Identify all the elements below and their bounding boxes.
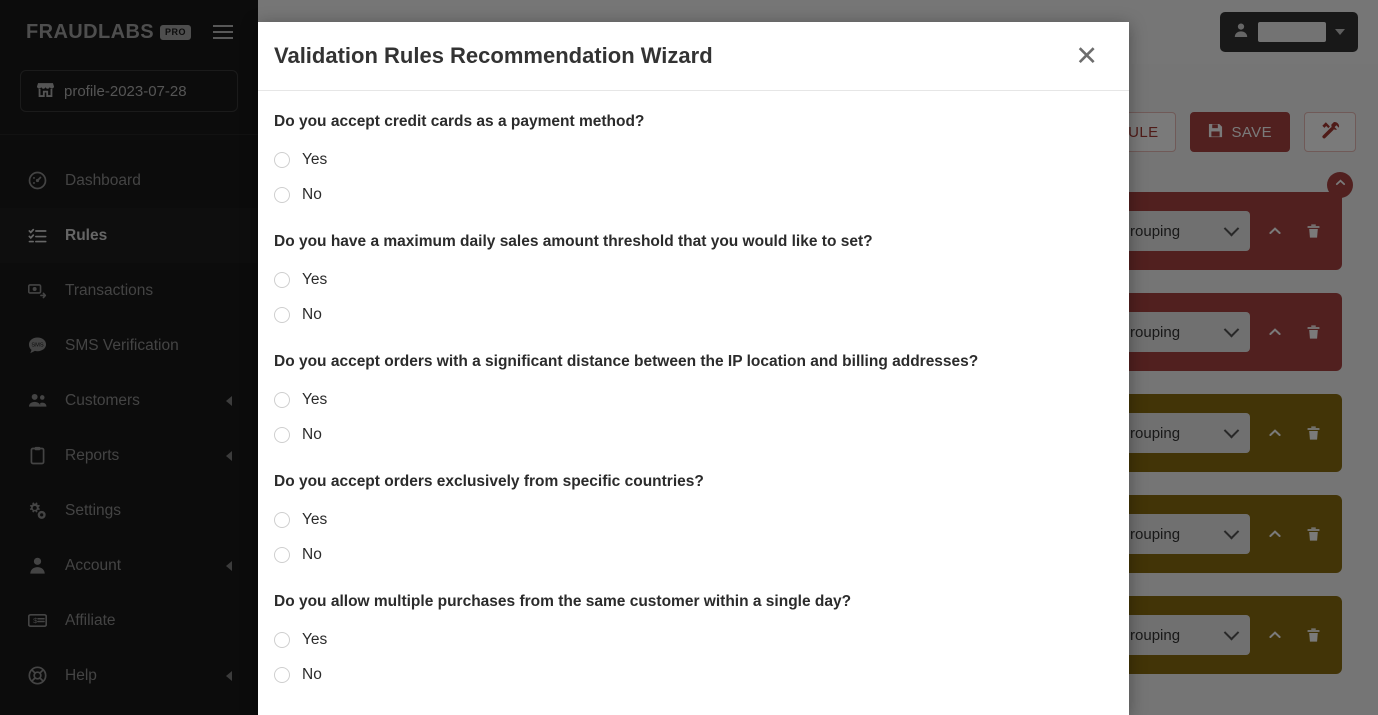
radio-label: No [302,185,322,203]
radio-button[interactable] [274,666,290,683]
radio-button[interactable] [274,186,290,203]
modal-header: Validation Rules Recommendation Wizard ✕ [258,22,1129,91]
modal-body: Do you accept credit cards as a payment … [258,91,1129,715]
question-text: Do you accept credit cards as a payment … [274,113,645,130]
radio-button[interactable] [274,271,290,288]
radio-label: Yes [302,270,328,288]
radio-option[interactable]: No [274,177,1113,212]
radio-button[interactable] [274,306,290,323]
question-text: Do you accept orders exclusively from sp… [274,473,704,490]
radio-label: Yes [302,630,328,648]
radio-label: No [302,665,322,683]
question-block: Do you allow multiple purchases from the… [274,593,1113,692]
radio-label: Yes [302,150,328,168]
radio-option[interactable]: No [274,417,1113,452]
radio-label: No [302,305,322,323]
validation-rules-wizard-modal: Validation Rules Recommendation Wizard ✕… [258,22,1129,715]
close-icon[interactable]: ✕ [1069,39,1104,74]
question-text: Do you allow multiple purchases from the… [274,593,852,610]
radio-button[interactable] [274,631,290,648]
radio-label: No [302,425,322,443]
radio-label: Yes [302,390,328,408]
radio-option[interactable]: No [274,297,1113,332]
radio-option[interactable]: Yes [274,382,1113,417]
radio-option[interactable]: Yes [274,502,1113,537]
question-text: Do you have a maximum daily sales amount… [274,233,873,250]
radio-option[interactable]: Yes [274,622,1113,657]
question-block: Do you have a maximum daily sales amount… [274,233,1113,332]
question-block: Do you accept credit cards as a payment … [274,113,1113,212]
radio-option[interactable]: No [274,537,1113,572]
question-block: Do you accept orders exclusively from sp… [274,473,1113,572]
radio-option[interactable]: Yes [274,142,1113,177]
radio-label: No [302,545,322,563]
modal-title: Validation Rules Recommendation Wizard [274,43,713,68]
question-text: Do you accept orders with a significant … [274,353,979,370]
radio-button[interactable] [274,511,290,528]
radio-option[interactable]: Yes [274,262,1113,297]
radio-button[interactable] [274,391,290,408]
question-block: Do you accept orders with a significant … [274,353,1113,452]
radio-button[interactable] [274,426,290,443]
radio-option[interactable]: No [274,657,1113,692]
app-root: RULE SAVE [0,0,1378,715]
radio-label: Yes [302,510,328,528]
radio-button[interactable] [274,546,290,563]
radio-button[interactable] [274,151,290,168]
